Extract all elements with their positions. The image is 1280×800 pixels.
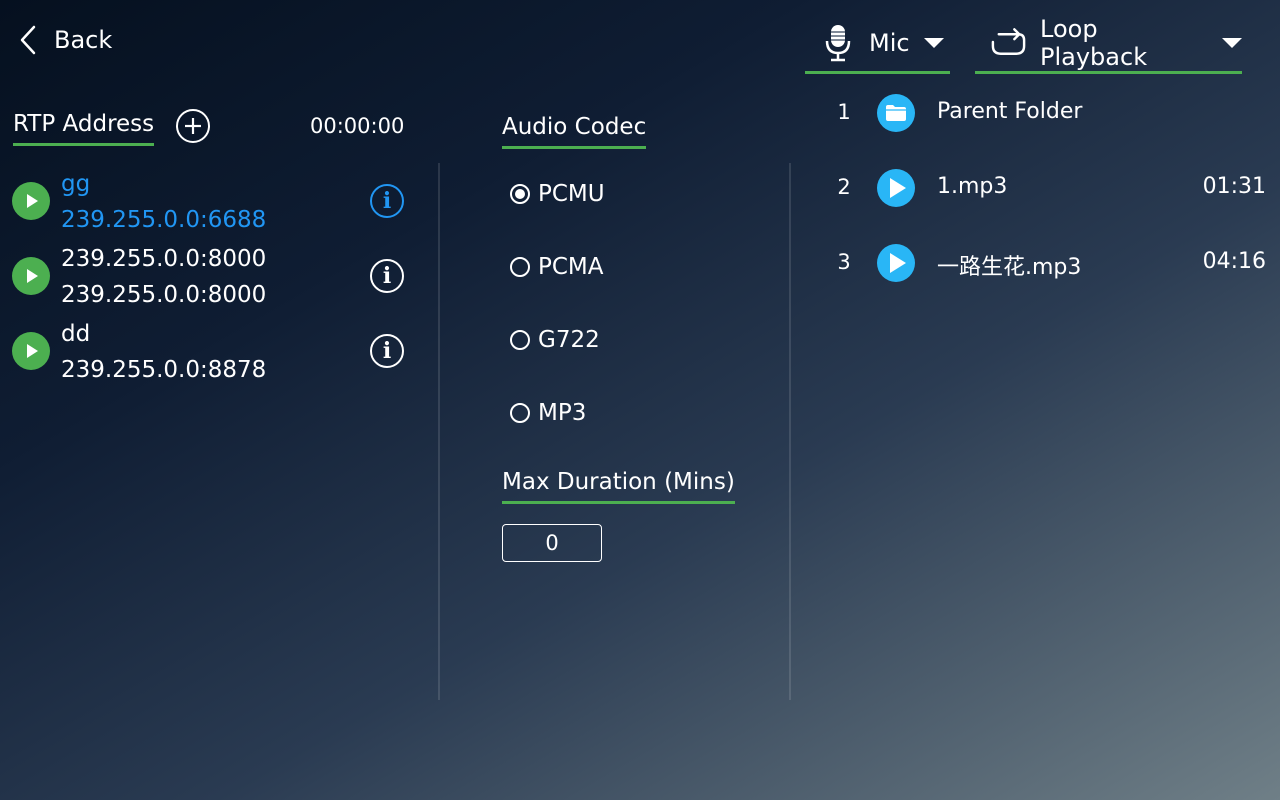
rtp-item-name: gg bbox=[61, 171, 91, 197]
loop-icon bbox=[991, 27, 1026, 55]
file-duration: 01:31 bbox=[1202, 174, 1266, 199]
codec-option-label: G722 bbox=[538, 327, 600, 353]
mic-dropdown-label: Mic bbox=[869, 28, 910, 57]
max-duration-input[interactable] bbox=[502, 524, 602, 562]
codec-option-label: PCMU bbox=[538, 181, 605, 207]
playback-timer: 00:00:00 bbox=[310, 114, 405, 138]
rtp-item-address: 239.255.0.0:8878 bbox=[61, 357, 267, 383]
rtp-item-name: dd bbox=[61, 321, 91, 347]
back-label: Back bbox=[54, 26, 113, 54]
column-divider bbox=[789, 163, 791, 700]
info-icon[interactable]: i bbox=[370, 334, 404, 368]
chevron-left-icon bbox=[20, 25, 36, 55]
play-icon[interactable] bbox=[12, 257, 50, 295]
playback-mode-label: Loop Playback bbox=[1040, 14, 1148, 71]
rtp-list-item[interactable]: gg 239.255.0.0:6688 i bbox=[12, 170, 412, 246]
radio-unchecked-icon bbox=[510, 257, 530, 277]
audio-codec-title: Audio Codec bbox=[502, 114, 647, 149]
rtp-item-name: 239.255.0.0:8000 bbox=[61, 246, 267, 272]
microphone-icon bbox=[825, 24, 851, 61]
back-button[interactable]: Back bbox=[14, 18, 112, 62]
column-divider bbox=[438, 163, 440, 700]
play-icon[interactable] bbox=[877, 244, 915, 282]
file-list-item[interactable]: 1 Parent Folder bbox=[800, 83, 1270, 143]
rtp-item-address: 239.255.0.0:8000 bbox=[61, 282, 267, 308]
rtp-list-item[interactable]: 239.255.0.0:8000 239.255.0.0:8000 i bbox=[12, 245, 412, 321]
file-name: 1.mp3 bbox=[937, 174, 1008, 199]
codec-option-label: PCMA bbox=[538, 254, 604, 280]
codec-option-mp3[interactable]: MP3 bbox=[510, 398, 586, 428]
radio-unchecked-icon bbox=[510, 330, 530, 350]
play-icon[interactable] bbox=[12, 182, 50, 220]
radio-unchecked-icon bbox=[510, 403, 530, 423]
codec-option-pcma[interactable]: PCMA bbox=[510, 252, 604, 282]
radio-checked-icon bbox=[510, 184, 530, 204]
rtp-list-item[interactable]: dd 239.255.0.0:8878 i bbox=[12, 320, 412, 396]
mic-dropdown[interactable]: Mic bbox=[805, 14, 950, 74]
folder-icon bbox=[877, 94, 915, 132]
file-name: Parent Folder bbox=[937, 99, 1083, 124]
max-duration-title: Max Duration (Mins) bbox=[502, 469, 735, 504]
info-icon[interactable]: i bbox=[370, 259, 404, 293]
rtp-address-title: RTP Address bbox=[13, 111, 155, 146]
file-list-item[interactable]: 2 1.mp3 01:31 bbox=[800, 158, 1270, 218]
codec-option-label: MP3 bbox=[538, 400, 587, 426]
file-index: 3 bbox=[837, 250, 851, 274]
caret-down-icon bbox=[1222, 37, 1242, 48]
file-index: 1 bbox=[837, 100, 851, 124]
play-icon[interactable] bbox=[12, 332, 50, 370]
file-index: 2 bbox=[837, 175, 851, 199]
info-icon[interactable]: i bbox=[370, 184, 404, 218]
codec-option-pcmu[interactable]: PCMU bbox=[510, 179, 605, 209]
playback-mode-dropdown[interactable]: Loop Playback bbox=[975, 14, 1242, 74]
rtp-item-address: 239.255.0.0:6688 bbox=[61, 207, 267, 233]
add-rtp-button[interactable] bbox=[175, 108, 211, 144]
file-duration: 04:16 bbox=[1202, 249, 1266, 274]
plus-circle-icon bbox=[176, 109, 210, 143]
caret-down-icon bbox=[923, 37, 944, 48]
file-name: 一路生花.mp3 bbox=[937, 255, 1082, 280]
play-icon[interactable] bbox=[877, 169, 915, 207]
codec-option-g722[interactable]: G722 bbox=[510, 325, 600, 355]
file-list-item[interactable]: 3 一路生花.mp3 04:16 bbox=[800, 233, 1270, 293]
